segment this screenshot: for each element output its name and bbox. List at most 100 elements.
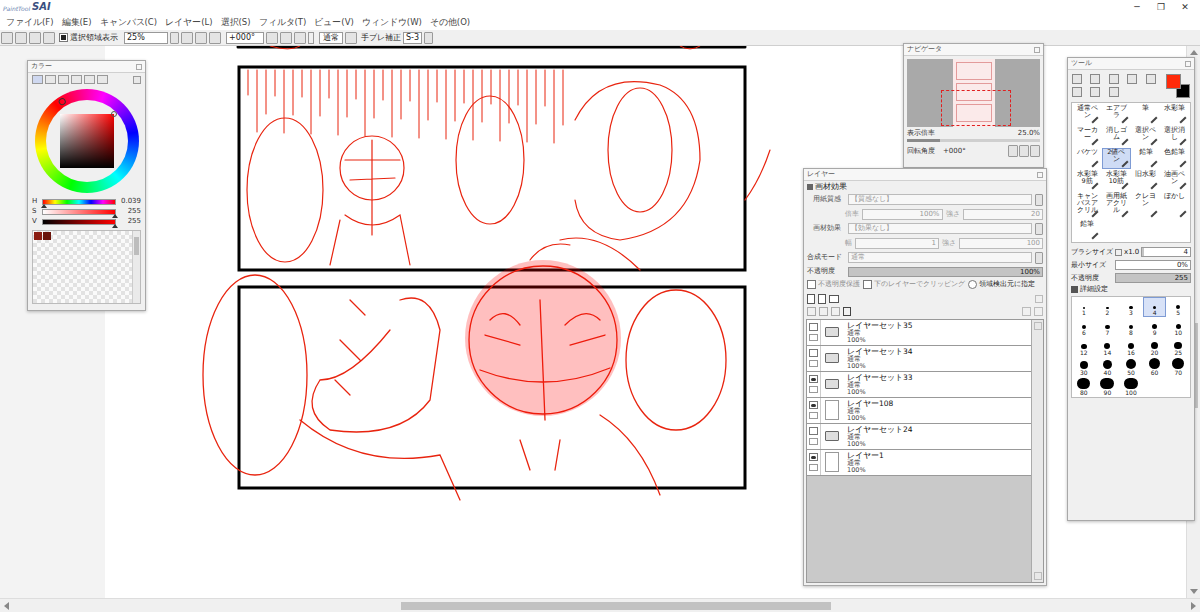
details-toggle[interactable]: 詳細設定 xyxy=(1071,286,1191,293)
hand-icon[interactable] xyxy=(1090,87,1100,97)
tool-button[interactable]: 通常ペン xyxy=(1073,104,1101,125)
rotate-right-icon[interactable] xyxy=(1019,145,1029,157)
zoom-icon[interactable] xyxy=(1146,74,1156,84)
tool-button[interactable]: 鉛筆 xyxy=(1132,148,1160,169)
brush-size-preset[interactable]: 3 xyxy=(1119,297,1143,317)
tool-button[interactable]: 鉛筆 xyxy=(1073,220,1101,241)
dropdown-icon[interactable] xyxy=(1035,194,1043,206)
color-swatch[interactable] xyxy=(34,232,42,240)
move-icon[interactable] xyxy=(1127,74,1137,84)
option-radio[interactable]: 領域検出元に指定 xyxy=(968,280,1035,289)
zoom-readout[interactable]: 25.0% xyxy=(1018,130,1040,137)
color-mode-icon[interactable] xyxy=(32,75,43,84)
layer-row[interactable]: レイヤーセット34通常100% xyxy=(807,346,1031,372)
visibility-toggle[interactable] xyxy=(809,349,818,357)
window-control-button[interactable]: ✕ xyxy=(1173,3,1197,12)
color-swatch[interactable] xyxy=(43,232,51,240)
checkbox-icon[interactable] xyxy=(807,280,816,289)
saturation-value-square[interactable] xyxy=(60,114,114,168)
visibility-toggle[interactable] xyxy=(809,453,818,461)
hsv-slider[interactable] xyxy=(42,219,116,225)
rotate-icon[interactable] xyxy=(1072,87,1082,97)
lasso-icon[interactable] xyxy=(1090,74,1100,84)
brush-size-preset[interactable]: 6 xyxy=(1072,317,1096,337)
color-mode-icon[interactable] xyxy=(58,75,69,84)
brush-size-preset[interactable]: 16 xyxy=(1119,337,1143,357)
option-checkbox[interactable]: 下のレイヤーでクリッピング xyxy=(863,280,965,289)
menu-item[interactable]: キャンバス(C) xyxy=(96,18,162,27)
tool-button[interactable]: 2値ペン xyxy=(1102,148,1130,169)
invert-select-icon[interactable] xyxy=(43,32,55,44)
visibility-toggle[interactable] xyxy=(809,427,818,435)
blend-field[interactable]: 通常 xyxy=(319,32,343,44)
brush-size-preset[interactable]: 90 xyxy=(1096,377,1120,397)
window-control-button[interactable]: ❐ xyxy=(1149,3,1173,12)
checkbox-icon[interactable] xyxy=(863,280,872,289)
tool-button[interactable]: エアブラ xyxy=(1102,104,1130,125)
transfer-down-icon[interactable] xyxy=(807,307,816,316)
checkbox-icon[interactable] xyxy=(59,33,68,42)
brush-size-preset[interactable]: 12 xyxy=(1072,337,1096,357)
brush-size-preset[interactable]: 100 xyxy=(1119,377,1143,397)
rotate-left-icon[interactable] xyxy=(266,32,278,44)
tool-button[interactable]: 旧水彩 xyxy=(1132,170,1160,191)
clear-layer-icon[interactable] xyxy=(831,307,840,316)
brush-size-preset[interactable]: 7 xyxy=(1096,317,1120,337)
color-mode-icon[interactable] xyxy=(84,75,95,84)
tool-button[interactable]: 水彩筆10筋 xyxy=(1102,170,1130,191)
angle-field[interactable]: +000° xyxy=(226,32,264,44)
angle-readout[interactable]: +000° xyxy=(943,148,966,155)
color-mode-icon[interactable] xyxy=(45,75,56,84)
undo-icon[interactable] xyxy=(1,32,13,44)
tool-button[interactable]: 水彩筆9筋 xyxy=(1073,170,1101,191)
min-size-slider[interactable]: 0% xyxy=(1115,260,1191,270)
zoom-field[interactable]: 25% xyxy=(124,32,168,44)
option-checkbox[interactable]: 不透明度保護 xyxy=(807,280,860,289)
blend-mode-field[interactable]: 通常 xyxy=(848,252,1032,263)
selection-display-checkbox[interactable]: 選択領域表示 xyxy=(59,33,118,42)
magic-wand-icon[interactable] xyxy=(1109,74,1119,84)
layer-row[interactable]: レイヤーセット35通常100% xyxy=(807,320,1031,346)
tool-button[interactable]: 選択ペン xyxy=(1132,126,1160,147)
tool-button[interactable]: 筆 xyxy=(1132,104,1160,125)
zoom-in-icon[interactable] xyxy=(195,32,207,44)
brush-size-preset[interactable]: 4 xyxy=(1143,297,1167,317)
visibility-toggle[interactable] xyxy=(809,401,818,409)
brush-size-preset[interactable]: 9 xyxy=(1143,317,1167,337)
tool-button[interactable]: 水彩筆 xyxy=(1161,104,1189,125)
layer-row[interactable]: レイヤー1通常100% xyxy=(807,450,1031,476)
visibility-toggle[interactable] xyxy=(809,323,818,331)
layer-row[interactable]: レイヤー108通常100% xyxy=(807,398,1031,424)
panel-close-icon[interactable] xyxy=(1185,61,1191,67)
menu-item[interactable]: その他(O) xyxy=(426,18,474,27)
rotate-reset-icon[interactable] xyxy=(1030,145,1040,157)
tool-button[interactable]: ぼかし xyxy=(1161,192,1189,219)
redo-icon[interactable] xyxy=(15,32,27,44)
scroll-left-icon[interactable] xyxy=(3,602,9,610)
menu-item[interactable]: ファイル(F) xyxy=(2,18,58,27)
color-mode-icon[interactable] xyxy=(71,75,82,84)
menu-item[interactable]: フィルタ(T) xyxy=(255,18,311,27)
color-indicator[interactable] xyxy=(1166,74,1190,98)
zoom-reset-icon[interactable] xyxy=(209,32,221,44)
opacity-slider[interactable]: 100% xyxy=(848,267,1043,277)
hsv-slider[interactable] xyxy=(42,209,116,215)
tool-button[interactable]: 消しゴム xyxy=(1102,126,1130,147)
layer-row[interactable]: レイヤーセット24通常100% xyxy=(807,424,1031,450)
brush-size-preset[interactable]: 40 xyxy=(1096,357,1120,377)
visibility-toggle[interactable] xyxy=(809,375,818,383)
tool-button[interactable]: キャンバスアクリル xyxy=(1073,192,1101,219)
tool-button[interactable]: マーカー xyxy=(1073,126,1101,147)
menu-item[interactable]: レイヤー(L) xyxy=(161,18,216,27)
scroll-right-icon[interactable] xyxy=(1191,602,1197,610)
panel-close-icon[interactable] xyxy=(1037,172,1043,178)
scroll-down-icon[interactable] xyxy=(1190,589,1198,595)
section-header[interactable]: 画材効果 xyxy=(807,183,1043,191)
menu-item[interactable]: 選択(S) xyxy=(217,18,255,27)
brush-size-slider[interactable]: 4 xyxy=(1141,247,1191,257)
rotate-right-icon[interactable] xyxy=(280,32,292,44)
brush-size-preset[interactable]: 14 xyxy=(1096,337,1120,357)
zoom-slider[interactable] xyxy=(907,139,1040,142)
dropdown-icon[interactable] xyxy=(1035,252,1043,264)
tool-button[interactable]: 油画ペン xyxy=(1161,170,1189,191)
